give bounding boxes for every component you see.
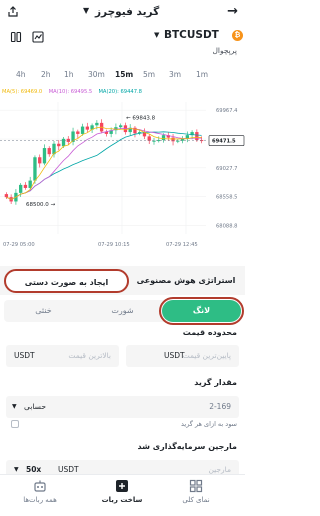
contract-type: پرپچوال [212, 46, 237, 55]
interval-tabs: 4h 2h 1h 30m 15m 5m 3m 1m [0, 68, 245, 84]
short-tab[interactable]: شورت [83, 300, 162, 322]
columns-icon[interactable] [10, 31, 22, 43]
candle [76, 131, 80, 134]
tab-interval[interactable]: 1h [64, 70, 74, 79]
profit-per-grid-hint: سود به ازای هر گرید [180, 420, 237, 428]
candle [38, 157, 42, 164]
share-icon[interactable] [7, 6, 19, 18]
margin-placeholder: مارجین [208, 465, 231, 474]
grid-icon [189, 479, 203, 493]
min-price-input[interactable]: پایین‌ترین قیمت USDT [126, 345, 239, 367]
candle [61, 138, 66, 147]
manual-strategy-card[interactable]: ایجاد به صورت دستی [4, 269, 129, 293]
nav-create-label: ساخت ربات [101, 496, 143, 504]
margin-label: مارجین سرمایه‌گذاری شد [137, 442, 237, 451]
max-price-placeholder: بالاترین قیمت [68, 351, 111, 360]
ma-legend: MA(5): 69469.0 [2, 89, 42, 95]
min-price-unit: USDT [164, 351, 185, 360]
price-tick: 69967.4 [216, 108, 238, 114]
direction-selector: خنثی شورت لانگ [4, 297, 244, 325]
max-price-input[interactable]: بالاترین قیمت USDT [6, 345, 119, 367]
candle [19, 184, 23, 193]
pair-row: ▼ BTCUSDT ₿ پرپچوال [0, 27, 245, 67]
candle [95, 122, 99, 126]
neutral-tab[interactable]: خنثی [4, 300, 83, 322]
price-tick: 68558.5 [216, 195, 237, 201]
checkbox[interactable] [8, 420, 19, 428]
ma-legend: MA(10): 69495.5 [49, 89, 93, 95]
grid-amount-label: مقدار گرید [194, 378, 237, 387]
chevron-down-icon[interactable]: ▼ [154, 31, 159, 39]
grid-amount-placeholder: 2-169 [209, 402, 231, 411]
candle [161, 135, 166, 141]
candle [47, 148, 51, 155]
ai-strategy-card[interactable]: استراتژی هوش مصنوعی [130, 269, 242, 293]
nav-overview-label: نمای کلی [182, 496, 210, 504]
chart-icon[interactable] [32, 31, 44, 43]
candlestick-chart[interactable]: MA(5): 69469.0 MA(10): 69495.5 MA(20): 694… [0, 84, 245, 264]
add-bot-icon [116, 480, 128, 492]
time-tick: 07-29 10:15 [98, 242, 130, 248]
price-tick: 69027.7 [216, 166, 237, 172]
price-tick: 68088.8 [216, 223, 237, 229]
arrow-right-icon[interactable]: → [227, 4, 238, 19]
high-price-label: ← 69843.8 [126, 116, 156, 122]
leverage-selector[interactable]: 50x [26, 465, 41, 474]
tab-interval[interactable]: 3m [169, 70, 181, 79]
long-tab[interactable]: لانگ [159, 297, 244, 325]
tab-interval[interactable]: 5m [143, 70, 155, 79]
chevron-down-icon[interactable]: ▼ [12, 403, 17, 410]
tab-interval[interactable]: 1m [196, 70, 208, 79]
nav-overview[interactable]: نمای کلی [166, 479, 226, 504]
max-price-unit: USDT [14, 351, 35, 360]
ma-legend: MA(20): 69447.8 [98, 89, 142, 95]
time-tick: 07-29 12:45 [166, 242, 198, 248]
candle [195, 132, 199, 141]
candle [147, 136, 151, 141]
time-tick: 07-29 05:00 [3, 242, 35, 248]
margin-unit: USDT [58, 465, 79, 474]
candle [42, 148, 47, 164]
strategy-selector: استراتژی هوش مصنوعی ایجاد به صورت دستی [0, 266, 245, 295]
candle [4, 194, 9, 198]
candle [23, 184, 28, 188]
candle [119, 125, 123, 128]
nav-all-bots[interactable]: همه ربات‌ها [10, 479, 70, 504]
min-price-placeholder: پایین‌ترین قیمت [182, 351, 231, 360]
nav-create-bot[interactable]: ساخت ربات [92, 479, 152, 504]
chevron-down-icon[interactable]: ▼ [14, 466, 19, 473]
chevron-down-icon[interactable]: ▼ [83, 6, 89, 15]
candle [57, 143, 61, 147]
tab-interval[interactable]: 30m [88, 70, 105, 79]
candle [85, 126, 89, 130]
price-range-label: محدوده قیمت [182, 328, 237, 337]
header: ▼ گرید فیوچرز → [0, 0, 245, 26]
bottom-nav: نمای کلی ساخت ربات همه ربات‌ها [0, 474, 245, 516]
tab-interval[interactable]: 4h [16, 70, 26, 79]
grid-amount-input[interactable]: 2-169 حسابی ▼ [6, 396, 239, 418]
nav-all-label: همه ربات‌ها [23, 496, 57, 504]
tab-interval[interactable]: 2h [41, 70, 51, 79]
current-price-label: 69471.5 [212, 139, 236, 145]
tab-interval-active[interactable]: 15m [115, 70, 133, 79]
grid-mode[interactable]: حسابی [24, 402, 46, 411]
candle [80, 126, 85, 134]
candle [33, 157, 37, 181]
pair-symbol[interactable]: BTCUSDT [164, 29, 219, 41]
page-title[interactable]: گرید فیوچرز [95, 6, 159, 18]
bitcoin-icon: ₿ [232, 30, 243, 41]
low-price-label: 68500.0 → [26, 202, 55, 208]
robot-icon [34, 480, 46, 492]
